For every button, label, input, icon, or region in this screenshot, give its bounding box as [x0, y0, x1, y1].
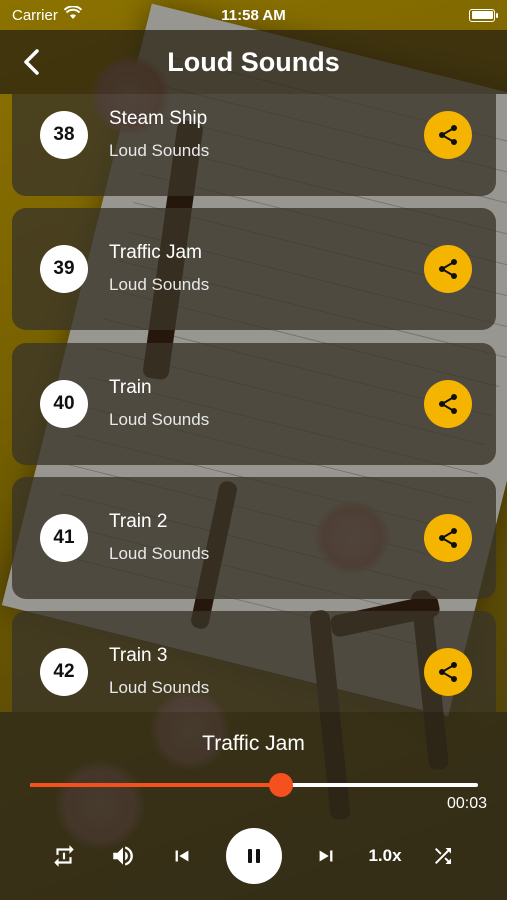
- item-title: Train 3: [109, 645, 168, 666]
- share-button[interactable]: [424, 380, 472, 428]
- sound-list[interactable]: 38 Steam Ship Loud Sounds 39 Traffic Jam…: [0, 94, 507, 712]
- volume-button[interactable]: [103, 836, 143, 876]
- item-title: Traffic Jam: [109, 242, 202, 263]
- share-button[interactable]: [424, 245, 472, 293]
- audio-player: Traffic Jam 00:03 1.0x: [0, 712, 507, 900]
- share-icon: [439, 528, 457, 548]
- list-item[interactable]: 40 Train Loud Sounds: [12, 343, 496, 465]
- item-number-badge: 42: [40, 648, 88, 696]
- item-category: Loud Sounds: [109, 141, 210, 160]
- pause-icon: [248, 849, 260, 863]
- item-number-badge: 38: [40, 111, 88, 159]
- seek-bar[interactable]: [30, 773, 478, 797]
- share-button[interactable]: [424, 514, 472, 562]
- item-number-badge: 41: [40, 514, 88, 562]
- item-category: Loud Sounds: [109, 544, 210, 563]
- shuffle-icon: [435, 848, 451, 864]
- list-item[interactable]: 42 Train 3 Loud Sounds: [12, 611, 496, 712]
- elapsed-time: 00:03: [446, 795, 487, 812]
- back-button[interactable]: [14, 42, 50, 82]
- next-icon: [319, 850, 333, 862]
- repeat-icon: [54, 845, 74, 867]
- share-icon: [439, 662, 457, 682]
- item-title: Steam Ship: [109, 108, 208, 129]
- share-icon: [439, 125, 457, 145]
- pause-button[interactable]: [226, 828, 282, 884]
- speed-button[interactable]: 1.0x: [364, 836, 406, 876]
- list-item[interactable]: 39 Traffic Jam Loud Sounds: [12, 208, 496, 330]
- battery-icon: [469, 8, 498, 22]
- seek-progress: [30, 783, 281, 787]
- status-bar: Carrier 11:58 AM: [0, 0, 507, 30]
- previous-button[interactable]: [162, 836, 202, 876]
- list-item[interactable]: 41 Train 2 Loud Sounds: [12, 477, 496, 599]
- speed-label: 1.0x: [368, 846, 402, 865]
- carrier-label: Carrier: [12, 6, 58, 24]
- next-button[interactable]: [306, 836, 346, 876]
- item-title: Train: [109, 377, 152, 398]
- share-button[interactable]: [424, 111, 472, 159]
- app-header: Loud Sounds: [0, 30, 507, 94]
- shuffle-button[interactable]: [423, 836, 463, 876]
- list-item[interactable]: 38 Steam Ship Loud Sounds: [12, 94, 496, 196]
- share-button[interactable]: [424, 648, 472, 696]
- seek-thumb[interactable]: [268, 773, 293, 797]
- item-number-badge: 39: [40, 245, 88, 293]
- item-title: Train 2: [109, 511, 168, 532]
- chevron-left-icon: [24, 49, 39, 75]
- volume-icon: [113, 846, 133, 866]
- item-number-badge: 40: [40, 380, 88, 428]
- page-title: Loud Sounds: [167, 46, 340, 77]
- item-category: Loud Sounds: [109, 275, 210, 294]
- item-category: Loud Sounds: [109, 678, 210, 697]
- share-icon: [439, 394, 457, 414]
- now-playing-title: Traffic Jam: [202, 732, 305, 755]
- share-icon: [439, 259, 457, 279]
- previous-icon: [175, 850, 189, 862]
- repeat-button[interactable]: [44, 836, 84, 876]
- item-category: Loud Sounds: [109, 410, 210, 429]
- player-controls: 1.0x: [0, 828, 507, 888]
- wifi-icon: [63, 5, 83, 24]
